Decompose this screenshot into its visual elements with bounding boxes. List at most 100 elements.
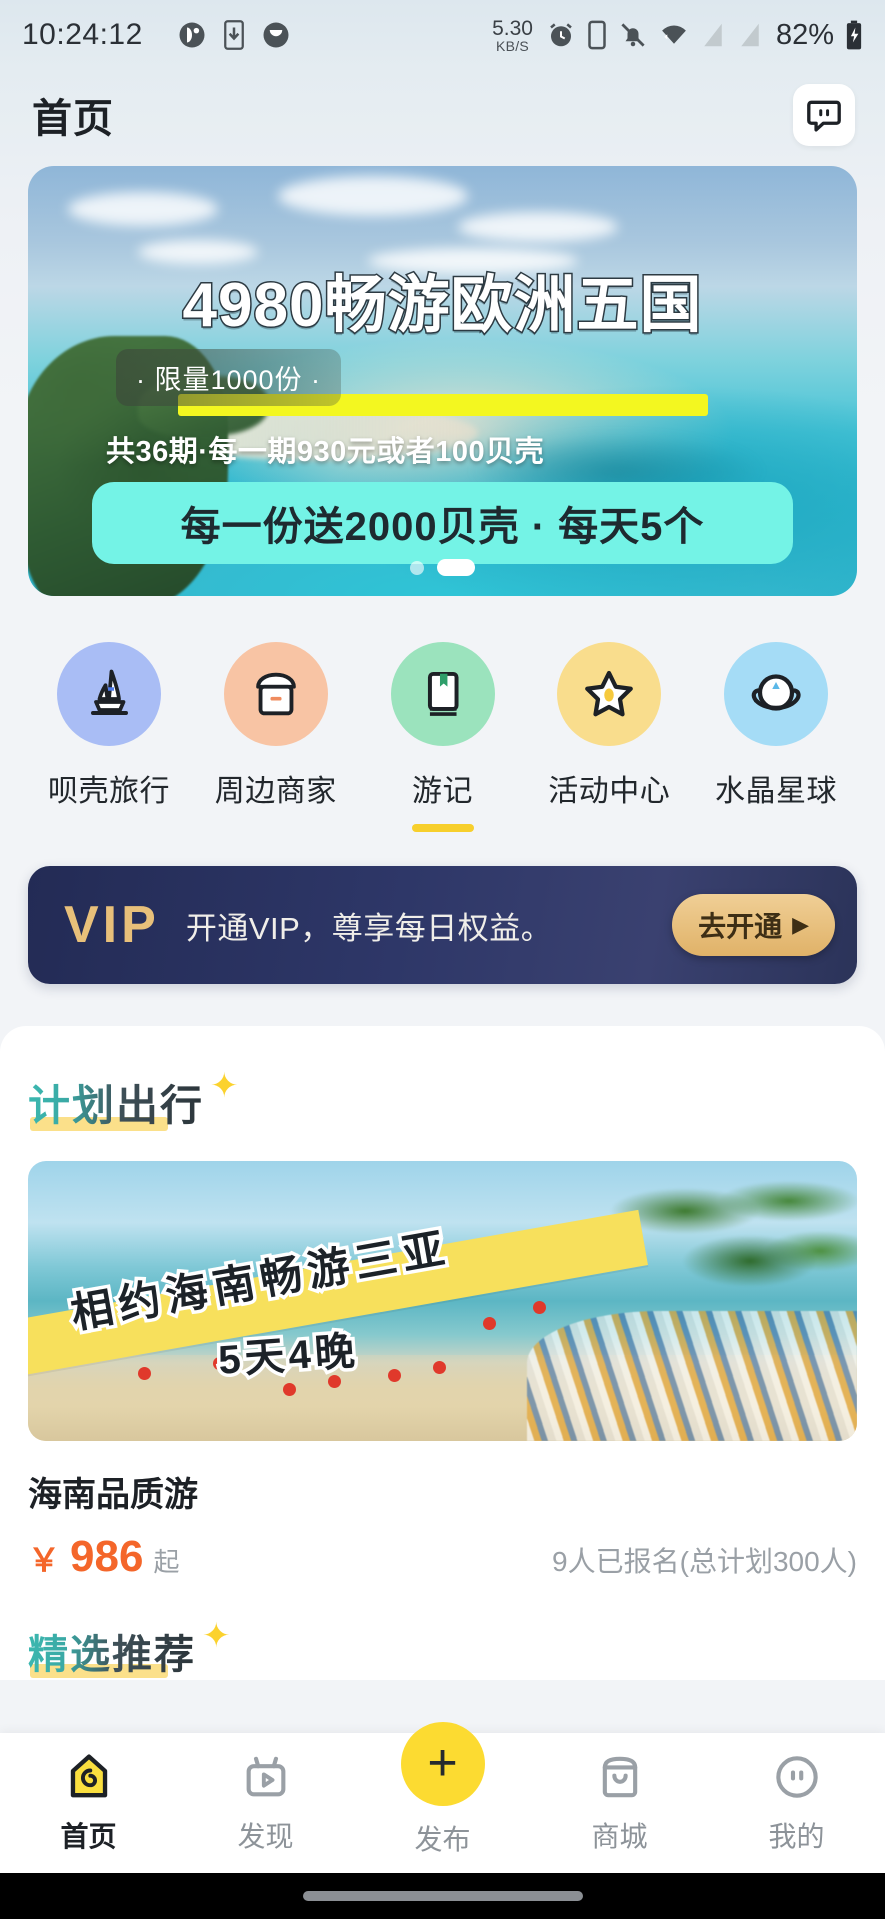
section-title-box-next: 精选推荐 [28, 1622, 196, 1680]
vip-description: 开通VIP，尊享每日权益。 [185, 910, 553, 946]
home-shell-icon [70, 1754, 107, 1798]
bell-muted-icon [621, 23, 645, 47]
dot-decoration [533, 1301, 546, 1314]
category-item-activities[interactable]: 活动中心 [530, 642, 688, 832]
tab-label: 发现 [237, 1821, 294, 1852]
download-icon [223, 20, 244, 50]
hero-carousel[interactable]: 4980畅游欧洲五国 · 限量1000份 · 共36期·每一期930元或者100… [0, 166, 885, 596]
carousel-pagination[interactable] [28, 559, 857, 576]
tab-label: 发布 [414, 1824, 471, 1855]
plus-icon: + [427, 1734, 458, 1793]
vip-banner-wrap: VIP 开通VIP，尊享每日权益。 去开通 ▶ [0, 832, 885, 984]
status-bar: 10:24:12 5.30 KB/S 82% [0, 0, 885, 70]
vip-button-label: 去开通 [698, 911, 783, 942]
category-icon-bg [57, 642, 161, 746]
gesture-navigation-area [0, 1873, 885, 1919]
vibrate-icon [588, 20, 606, 50]
carousel-dot-active[interactable] [437, 559, 475, 576]
sparkle-icon-next: ✦ [202, 1617, 231, 1655]
moon-circle-icon [263, 22, 289, 48]
tab-label: 首页 [60, 1821, 117, 1852]
page-title: 首页 [32, 97, 114, 141]
battery-charging-icon [846, 20, 862, 50]
trip-title: 海南品质游 [28, 1476, 198, 1514]
cloud-decoration [278, 176, 468, 216]
category-label: 周边商家 [214, 775, 337, 808]
status-bar-time: 10:24:12 [22, 18, 143, 51]
trip-image-subline: 5天4晚 [213, 1326, 363, 1387]
hero-limit-badge: · 限量1000份 · [116, 349, 342, 406]
vip-logo: VIP [64, 896, 160, 954]
tab-profile[interactable]: 我的 [708, 1751, 885, 1855]
trip-meta-row: ￥ 986 起 9人已报名(总计划300人) [28, 1532, 857, 1582]
chat-bubble-icon [807, 100, 841, 132]
tab-label: 商城 [591, 1821, 648, 1852]
category-label: 游记 [412, 775, 473, 808]
dot-decoration [283, 1383, 296, 1396]
app-circle-icon [179, 22, 205, 48]
tab-publish[interactable]: + 发布 [354, 1722, 531, 1858]
star-icon [585, 670, 634, 717]
profile-face-icon [775, 1756, 818, 1798]
category-nav: 呗壳旅行 周边商家 游记 活动中心 水晶星球 [0, 596, 885, 832]
caret-right-icon: ▶ [792, 912, 809, 937]
wifi-icon [662, 25, 686, 44]
dot-decoration [433, 1361, 446, 1374]
category-icon-bg [390, 642, 495, 746]
tab-label: 我的 [768, 1821, 825, 1852]
section-header: 计划出行 ✦ [28, 1067, 857, 1133]
category-icon-bg [724, 642, 828, 746]
category-item-journal[interactable]: 游记 [364, 642, 522, 832]
section-header-next: 精选推荐 ✦ [28, 1617, 857, 1680]
carousel-dot[interactable] [410, 560, 424, 575]
publish-fab-button[interactable]: + [400, 1722, 485, 1806]
alarm-icon [550, 23, 572, 47]
category-label: 活动中心 [548, 775, 671, 808]
shop-icon [255, 672, 296, 716]
network-speed: 5.30 KB/S [492, 16, 533, 54]
category-label: 呗壳旅行 [48, 775, 170, 808]
price-suffix: 起 [153, 1547, 180, 1577]
signal-bars-icon [741, 23, 759, 47]
tab-discover[interactable]: 发现 [177, 1751, 354, 1855]
category-item-merchants[interactable]: 周边商家 [197, 642, 355, 832]
status-bar-notification-icons [177, 20, 291, 50]
section-title-box: 计划出行 [28, 1072, 204, 1133]
bottom-tab-bar: 首页 发现 + 发布 商城 我的 [0, 1722, 885, 1873]
hero-promo-pill: 每一份送2000贝壳 · 每天5个 [92, 482, 793, 564]
dot-decoration [388, 1369, 401, 1382]
status-bar-system-icons: 5.30 KB/S 82% [492, 18, 863, 53]
category-icon-bg [223, 642, 328, 746]
book-icon [427, 671, 459, 716]
tab-home[interactable]: 首页 [0, 1751, 177, 1855]
category-icon-bg [557, 642, 662, 746]
tab-mall[interactable]: 商城 [531, 1751, 708, 1855]
sailboat-icon [91, 669, 128, 715]
chat-button[interactable] [793, 84, 855, 146]
cloud-decoration [68, 192, 218, 226]
section-title: 计划出行 [28, 1082, 205, 1129]
price-currency-symbol: ￥ [28, 1542, 61, 1578]
category-item-planet[interactable]: 水晶星球 [697, 642, 855, 832]
sparkle-icon: ✦ [210, 1067, 239, 1105]
category-item-travel[interactable]: 呗壳旅行 [30, 642, 188, 832]
category-active-underline [411, 824, 474, 832]
plan-travel-section: 计划出行 ✦ 相约海南畅游三亚 5天4晚 海南品质游 ￥ 986 起 9人已报名 [0, 1026, 885, 1680]
cloud-decoration [458, 212, 618, 242]
price-value: 986 [70, 1532, 144, 1581]
gesture-home-bar[interactable] [302, 1891, 583, 1901]
category-label: 水晶星球 [715, 775, 837, 808]
page-header: 首页 [0, 70, 885, 160]
battery-percent: 82% [775, 18, 834, 51]
section-title-next: 精选推荐 [28, 1633, 196, 1677]
hero-slide[interactable]: 4980畅游欧洲五国 · 限量1000份 · 共36期·每一期930元或者100… [28, 166, 857, 596]
vip-activate-button[interactable]: 去开通 ▶ [672, 894, 835, 956]
shop-bag-icon [602, 1756, 637, 1798]
trip-card-image[interactable]: 相约海南畅游三亚 5天4晚 [28, 1161, 857, 1441]
app-screen: 10:24:12 5.30 KB/S 82% 首页 4980畅游欧洲五国 · 限… [0, 0, 885, 1919]
boats-decoration [527, 1311, 857, 1441]
hero-title: 4980畅游欧洲五国 [28, 254, 857, 416]
planet-icon [751, 674, 801, 711]
vip-banner[interactable]: VIP 开通VIP，尊享每日权益。 去开通 ▶ [28, 866, 857, 984]
dot-decoration [483, 1317, 496, 1330]
